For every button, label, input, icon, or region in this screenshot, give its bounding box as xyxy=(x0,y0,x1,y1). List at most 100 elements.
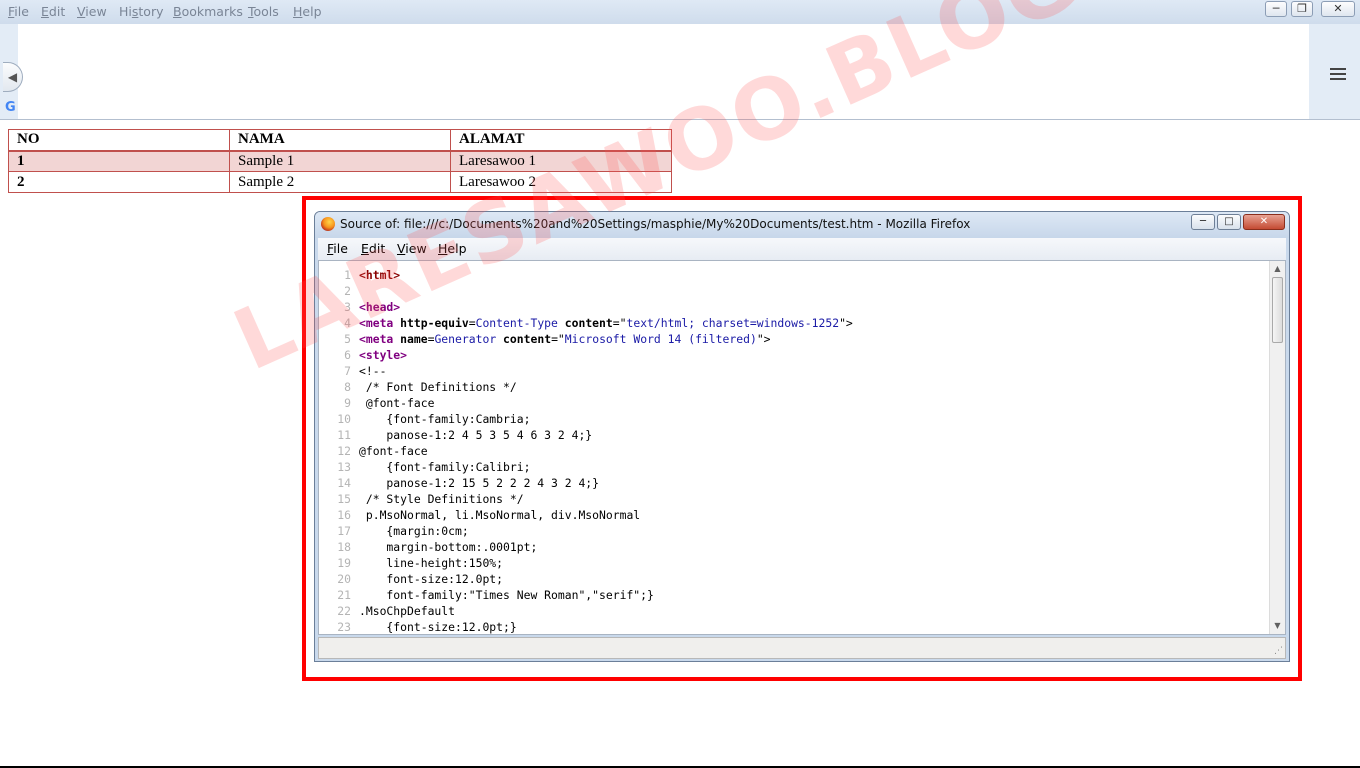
source-close-button[interactable]: ✕ xyxy=(1243,214,1285,230)
code-token: {margin:0cm; xyxy=(359,524,469,538)
line-number: 8 xyxy=(344,380,351,394)
code-token: line-height:150%; xyxy=(359,556,504,570)
resize-grip-icon[interactable]: ⋰ xyxy=(1274,646,1283,656)
code-token: <head> xyxy=(359,300,401,314)
line-number: 16 xyxy=(337,508,351,522)
data-table: NO NAMA ALAMAT 1 Sample 1 Laresawoo 1 2 … xyxy=(8,129,672,193)
line-number: 9 xyxy=(344,396,351,410)
scroll-up-icon[interactable]: ▲ xyxy=(1270,261,1285,277)
code-token: font-family:"Times New Roman","serif";} xyxy=(359,588,654,602)
menu-view[interactable]: View xyxy=(77,4,107,19)
code-token: @font-face xyxy=(359,396,435,410)
code-token: =" xyxy=(551,332,565,346)
line-number: 17 xyxy=(337,524,351,538)
view-source-window: Source of: file:///c:/Documents%20and%20… xyxy=(314,211,1290,662)
source-statusbar: ⋰ xyxy=(318,637,1286,659)
line-number: 19 xyxy=(337,556,351,570)
line-number: 23 xyxy=(337,620,351,634)
code-line: 21 font-family:"Times New Roman","serif"… xyxy=(319,587,1271,603)
blank-overlay xyxy=(18,24,1309,119)
cell-nama: Sample 2 xyxy=(229,171,451,193)
close-button[interactable]: ✕ xyxy=(1321,1,1355,17)
source-window-title: Source of: file:///c:/Documents%20and%20… xyxy=(340,217,971,231)
table-row: 1 Sample 1 Laresawoo 1 xyxy=(8,150,672,172)
source-titlebar[interactable]: Source of: file:///c:/Documents%20and%20… xyxy=(315,212,1289,238)
table-row: 2 Sample 2 Laresawoo 2 xyxy=(8,171,672,193)
code-line: 10 {font-family:Cambria; xyxy=(319,411,1271,427)
code-token: panose-1:2 15 5 2 2 2 4 3 2 4;} xyxy=(359,476,600,490)
code-token: name xyxy=(400,332,428,346)
cell-nama: Sample 1 xyxy=(229,150,451,172)
table-header-row: NO NAMA ALAMAT xyxy=(8,129,672,152)
menu-help[interactable]: Help xyxy=(293,4,322,19)
source-code: 1 <html> 2 3 <head> 4 <meta http-equiv=Content… xyxy=(319,267,1271,634)
header-no: NO xyxy=(8,129,230,152)
firefox-icon xyxy=(321,217,335,231)
menu-edit[interactable]: Edit xyxy=(41,4,65,19)
line-number: 12 xyxy=(337,444,351,458)
line-number: 1 xyxy=(344,268,351,282)
menu-history[interactable]: History xyxy=(119,4,163,19)
code-token: =" xyxy=(612,316,627,330)
source-menu-view[interactable]: View xyxy=(397,241,427,256)
scroll-down-icon[interactable]: ▼ xyxy=(1270,618,1285,634)
cell-no: 2 xyxy=(8,171,230,193)
menu-tools[interactable]: Tools xyxy=(248,4,279,19)
line-number: 13 xyxy=(337,460,351,474)
line-number: 14 xyxy=(337,476,351,490)
code-token: panose-1:2 4 5 3 5 4 6 3 2 4;} xyxy=(359,428,593,442)
line-number: 15 xyxy=(337,492,351,506)
source-menu-file[interactable]: File xyxy=(327,241,348,256)
restore-button[interactable]: ❐ xyxy=(1291,1,1313,17)
minimize-button[interactable]: ─ xyxy=(1265,1,1287,17)
code-line: 17 {margin:0cm; xyxy=(319,523,1271,539)
cell-alamat: Laresawoo 2 xyxy=(450,171,672,193)
line-number: 3 xyxy=(344,300,351,314)
line-number: 2 xyxy=(344,284,351,298)
code-token: "> xyxy=(756,332,771,346)
code-line: 22 .MsoChpDefault xyxy=(319,603,1271,619)
line-number: 10 xyxy=(337,412,351,426)
header-alamat: ALAMAT xyxy=(450,129,672,152)
cell-alamat: Laresawoo 1 xyxy=(450,150,672,172)
code-line: 13 {font-family:Calibri; xyxy=(319,459,1271,475)
code-token: margin-bottom:.0001pt; xyxy=(359,540,538,554)
code-token: "> xyxy=(839,316,853,330)
vertical-scrollbar[interactable]: ▲ ▼ xyxy=(1269,261,1285,634)
code-token: .MsoChpDefault xyxy=(359,604,456,618)
line-number: 7 xyxy=(344,364,351,378)
line-number: 4 xyxy=(344,316,351,330)
cell-no: 1 xyxy=(8,150,230,172)
code-line: 9 @font-face xyxy=(319,395,1271,411)
code-token: <!-- xyxy=(359,364,387,378)
google-icon[interactable]: G xyxy=(5,100,16,115)
hamburger-menu-icon[interactable] xyxy=(1330,68,1346,82)
code-line: 20 font-size:12.0pt; xyxy=(319,571,1271,587)
source-menubar: File Edit View Help xyxy=(318,238,1286,260)
code-line: 16 p.MsoNormal, li.MsoNormal, div.MsoNor… xyxy=(319,507,1271,523)
source-menu-help[interactable]: Help xyxy=(438,241,467,256)
code-token: <meta xyxy=(359,316,394,330)
code-line: 7 <!-- xyxy=(319,363,1271,379)
line-number: 18 xyxy=(337,540,351,554)
line-number: 11 xyxy=(337,428,351,442)
code-token: font-size:12.0pt; xyxy=(359,572,504,586)
code-token: {font-family:Calibri; xyxy=(359,460,531,474)
code-token: Generator xyxy=(434,332,497,346)
code-line: 5 <meta name=Generator content="Microsoft… xyxy=(319,331,1271,347)
code-token: Content-Type xyxy=(475,316,558,330)
code-line: 1 <html> xyxy=(319,267,1271,283)
source-menu-edit[interactable]: Edit xyxy=(361,241,385,256)
menu-file[interactable]: File xyxy=(8,4,29,19)
source-minimize-button[interactable]: ─ xyxy=(1191,214,1215,230)
source-restore-button[interactable]: □ xyxy=(1217,214,1241,230)
code-line: 14 panose-1:2 15 5 2 2 2 4 3 2 4;} xyxy=(319,475,1271,491)
scroll-thumb[interactable] xyxy=(1272,277,1283,343)
line-number: 21 xyxy=(337,588,351,602)
menu-bookmarks[interactable]: Bookmarks xyxy=(173,4,243,19)
code-token: content xyxy=(503,332,552,346)
source-code-view[interactable]: 1 <html> 2 3 <head> 4 <meta http-equiv=Content… xyxy=(318,260,1286,635)
code-token: Microsoft Word 14 (filtered) xyxy=(564,332,757,346)
code-line: 8 /* Font Definitions */ xyxy=(319,379,1271,395)
